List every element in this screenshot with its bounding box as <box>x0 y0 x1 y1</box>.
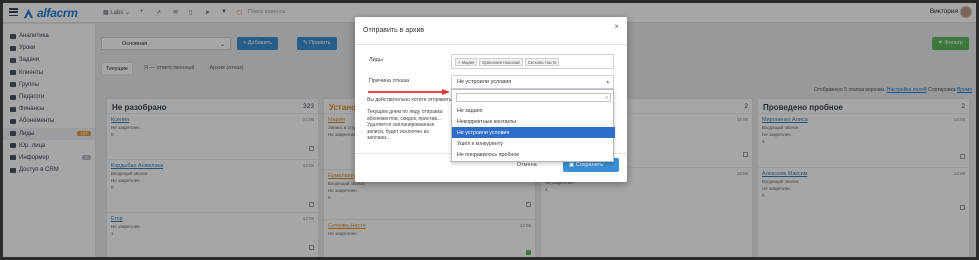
dropdown-option[interactable]: Некорректные контакты <box>452 116 615 127</box>
divider <box>355 44 627 45</box>
cancel-button[interactable]: Отмена <box>517 162 537 168</box>
lead-chip[interactable]: × Мария <box>455 58 478 66</box>
reason-dropdown: ⌕ Не задано Некорректные контакты Не уст… <box>451 89 615 162</box>
archive-warning: Текущим днем по лиду отправка абонементо… <box>367 109 443 141</box>
archive-question: Вы действительно хотите отправить <box>367 97 452 103</box>
save-icon: ▣ <box>569 162 575 168</box>
close-icon[interactable]: × <box>614 22 619 31</box>
modal-title: Отправить в архив <box>363 27 425 34</box>
lead-chip[interactable]: Сеткова Настя <box>524 58 560 66</box>
reason-label: Причина отказа <box>369 78 410 84</box>
dropdown-option-selected[interactable]: Не устроили условия <box>452 127 615 138</box>
leads-field[interactable]: × Мария Ермолаев Николай Сеткова Настя <box>451 54 614 69</box>
search-icon: ⌕ <box>605 95 608 101</box>
dropdown-search-input[interactable]: ⌕ <box>456 93 611 102</box>
chevron-up-icon: ▴ <box>606 79 609 85</box>
reason-select[interactable]: Не устроили условия ▴ <box>451 75 614 89</box>
annotation-arrow-icon <box>368 89 450 95</box>
app-frame: alfacrm ▦ Labs ⌄ + ↗ ✉ ▯ ➤ ▼ ◻ Поиск кли… <box>3 3 976 257</box>
leads-label: Лиды <box>369 57 383 63</box>
dropdown-option[interactable]: Не задано <box>452 105 615 116</box>
lead-chip[interactable]: Ермолаев Николай <box>479 58 523 66</box>
dropdown-option[interactable]: Ушёл к конкуренту <box>452 138 615 149</box>
dropdown-option[interactable]: Не понравилось пробное <box>452 149 615 160</box>
